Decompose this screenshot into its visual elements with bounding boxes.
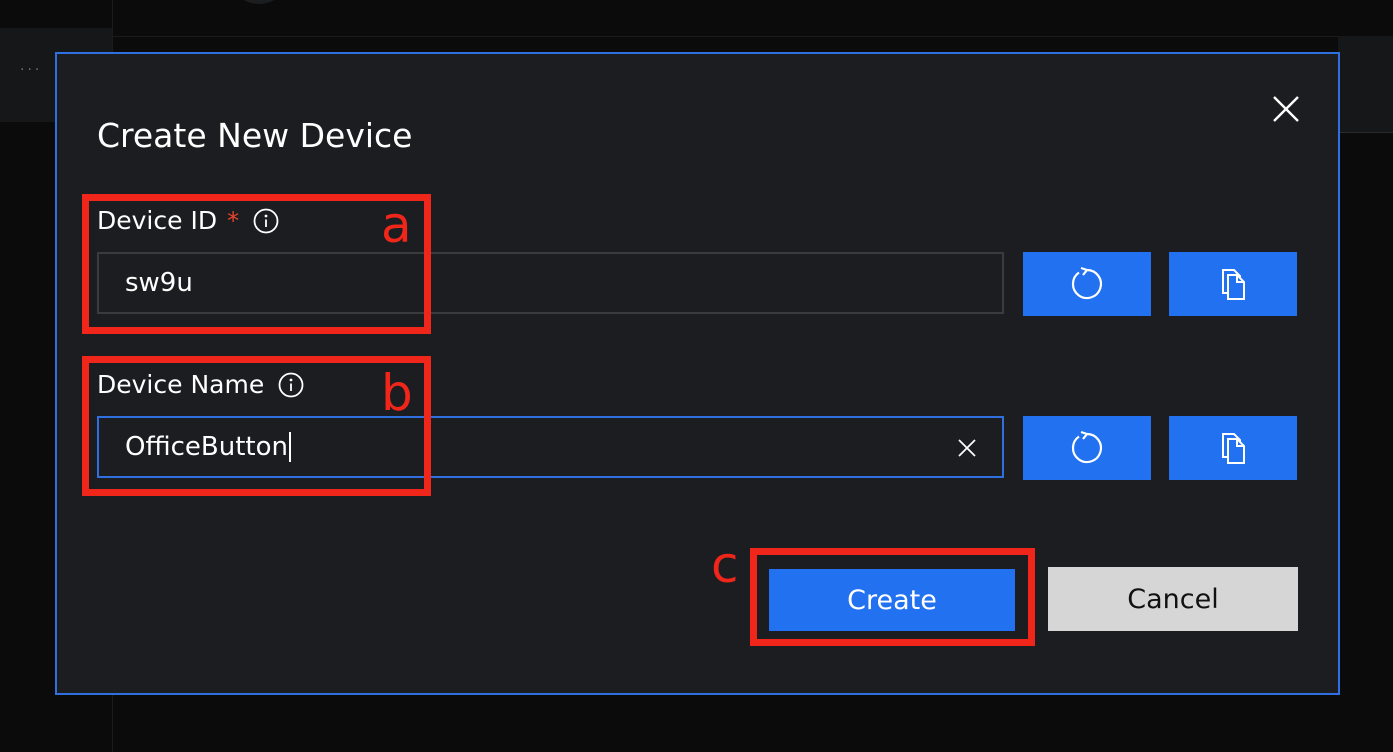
copy-device-name-button[interactable]: [1169, 416, 1297, 480]
cancel-button[interactable]: Cancel: [1048, 567, 1298, 631]
close-icon[interactable]: [1271, 94, 1301, 124]
annotation-box-c: [750, 548, 1035, 646]
background-divider: [112, 36, 1393, 37]
annotation-label-c: c: [711, 536, 739, 594]
copy-device-id-button[interactable]: [1169, 252, 1297, 316]
dialog-title: Create New Device: [97, 116, 413, 155]
clear-icon[interactable]: [954, 435, 980, 461]
regenerate-device-id-button[interactable]: [1023, 252, 1151, 316]
refresh-icon: [1071, 430, 1103, 464]
regenerate-device-name-button[interactable]: [1023, 416, 1151, 480]
overflow-menu-icon[interactable]: ...: [20, 58, 42, 74]
copy-icon: [1222, 433, 1245, 464]
copy-icon: [1222, 269, 1245, 300]
annotation-box-b: [82, 356, 431, 496]
background-right-panel: [1338, 36, 1393, 133]
refresh-icon: [1071, 266, 1103, 300]
annotation-label-a: a: [381, 196, 412, 254]
annotation-box-a: [82, 194, 431, 334]
avatar: [228, 0, 290, 4]
annotation-label-b: b: [381, 364, 413, 422]
